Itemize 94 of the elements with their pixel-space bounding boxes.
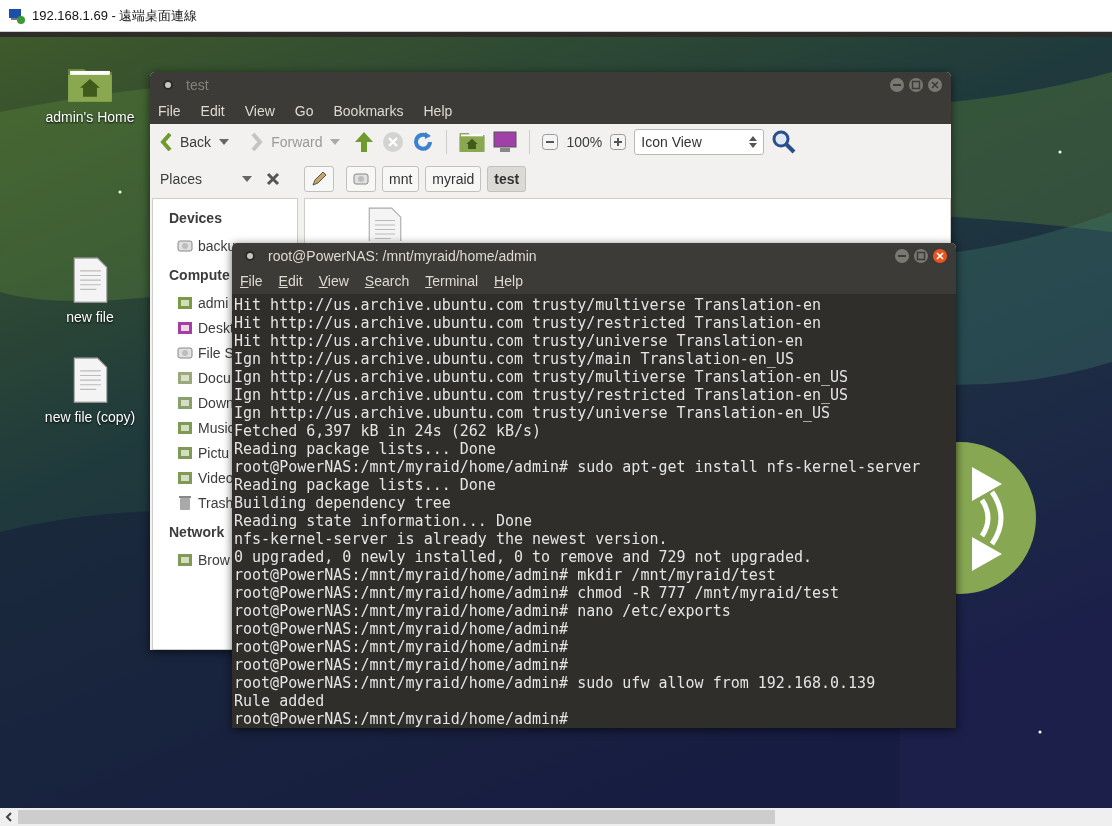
terminal-line: Hit http://us.archive.ubuntu.com trusty/universe Translation-en bbox=[234, 332, 803, 350]
sidebar-item[interactable]: Pictu bbox=[198, 444, 230, 461]
terminal-line: root@PowerNAS:/mnt/myraid/home/admin# bbox=[234, 710, 569, 728]
terminal-line: Reading package lists... Done bbox=[234, 440, 496, 458]
terminal-line: root@PowerNAS:/mnt/myraid/home/admin# mkdir /mnt/myraid/test bbox=[234, 566, 776, 584]
terminal-line: Reading state information... Done bbox=[234, 512, 532, 530]
path-button[interactable]: mnt bbox=[382, 166, 420, 192]
window-menu-icon[interactable] bbox=[162, 79, 174, 91]
menu-item[interactable]: Bookmarks bbox=[331, 103, 406, 119]
menu-item[interactable]: Search bbox=[362, 273, 412, 289]
window-title: test bbox=[186, 77, 210, 93]
window-controls-icon[interactable] bbox=[894, 247, 948, 264]
window-title: 192.168.1.69 - 遠端桌面連線 bbox=[32, 6, 198, 25]
desktop-icon bbox=[177, 319, 193, 336]
menu-item[interactable]: Edit bbox=[276, 273, 305, 289]
terminal-line: Hit http://us.archive.ubuntu.com trusty/restricted Translation-en bbox=[234, 314, 821, 332]
terminal-line: Ign http://us.archive.ubuntu.com trusty/multiverse Translation-en_US bbox=[234, 368, 849, 386]
sidebar-heading: Compute bbox=[169, 267, 230, 283]
terminal-line: 0 upgraded, 0 newly installed, 0 to remove and 729 not upgraded. bbox=[234, 548, 812, 566]
menu-item[interactable]: Edit bbox=[198, 103, 227, 119]
menu-item[interactable]: Go bbox=[292, 103, 316, 119]
menu-item[interactable]: Help bbox=[421, 103, 455, 119]
zoom-level: 100% bbox=[566, 134, 603, 150]
terminal-line: root@PowerNAS:/mnt/myraid/home/admin# bbox=[234, 656, 569, 674]
sidebar-item[interactable]: Video bbox=[198, 469, 234, 486]
window-title: root@PowerNAS: /mnt/myraid/home/admin bbox=[268, 247, 538, 264]
terminal-line: Ign http://us.archive.ubuntu.com trusty/restricted Translation-en_US bbox=[234, 386, 849, 404]
reload-icon[interactable] bbox=[412, 131, 435, 153]
sidebar-heading: Devices bbox=[169, 210, 222, 226]
menu-item[interactable]: Terminal bbox=[423, 273, 481, 289]
terminal-line: Building dependency tree bbox=[234, 494, 451, 512]
terminal-line: Ign http://us.archive.ubuntu.com trusty/main Translation-en_US bbox=[234, 350, 794, 368]
places-dropdown[interactable]: Places bbox=[160, 171, 236, 187]
drive-icon bbox=[177, 237, 193, 254]
scrollbar-track[interactable] bbox=[0, 808, 1112, 826]
terminal-line: root@PowerNAS:/mnt/myraid/home/admin# bbox=[234, 638, 569, 656]
drive-icon bbox=[177, 344, 193, 361]
terminal-line: nfs-kernel-server is already the newest version. bbox=[234, 530, 668, 548]
desktop-icon-label[interactable]: new file (copy) bbox=[44, 409, 136, 426]
menu-item[interactable]: Help bbox=[492, 273, 525, 289]
sidebar-item[interactable]: Deskt bbox=[198, 319, 234, 336]
desktop-icon-label[interactable]: new file bbox=[66, 309, 114, 326]
terminal-line: Rule added bbox=[234, 692, 325, 710]
sidebar-item[interactable]: Music bbox=[198, 419, 235, 436]
caret-icon[interactable] bbox=[219, 139, 230, 145]
menu-item[interactable]: View bbox=[242, 103, 277, 119]
videos-folder-icon bbox=[177, 469, 193, 486]
path-button[interactable]: myraid bbox=[425, 166, 482, 192]
file-icon[interactable] bbox=[71, 257, 109, 304]
terminal-line: root@PowerNAS:/mnt/myraid/home/admin# sudo apt-get install nfs-kernel-server bbox=[234, 458, 921, 476]
network-folder-icon bbox=[177, 551, 193, 568]
terminal-line: Hit http://us.archive.ubuntu.com trusty/multiverse Translation-en bbox=[234, 296, 821, 314]
search-icon[interactable] bbox=[772, 130, 797, 154]
terminal-line: Fetched 6,397 kB in 24s (262 kB/s) bbox=[234, 422, 542, 440]
desktop-icon-label[interactable]: admin's Home bbox=[45, 108, 135, 125]
menu-item[interactable]: File bbox=[238, 273, 265, 289]
path-button[interactable]: test bbox=[487, 166, 527, 192]
sidebar-item[interactable]: Docu bbox=[198, 369, 231, 386]
sidebar-item[interactable]: admi bbox=[198, 294, 229, 311]
music-folder-icon bbox=[177, 419, 193, 436]
trash-icon bbox=[177, 494, 193, 511]
edit-location-button[interactable] bbox=[304, 166, 334, 192]
home-folder-icon bbox=[177, 294, 193, 311]
back-button[interactable]: Back bbox=[180, 134, 212, 150]
documents-folder-icon bbox=[177, 369, 193, 386]
downloads-folder-icon bbox=[177, 394, 193, 411]
terminal-line: Reading package lists... Done bbox=[234, 476, 496, 494]
menu-item[interactable]: View bbox=[316, 273, 351, 289]
pencil-icon bbox=[311, 171, 327, 187]
terminal-line: root@PowerNAS:/mnt/myraid/home/admin# bbox=[234, 620, 569, 638]
remote-desktop-icon bbox=[8, 6, 26, 25]
sidebar-item[interactable]: Trash bbox=[198, 494, 234, 511]
zoom-in-icon[interactable] bbox=[610, 134, 627, 150]
pictures-folder-icon bbox=[177, 444, 193, 461]
back-chevron-icon[interactable] bbox=[160, 133, 172, 151]
window-menu-icon[interactable] bbox=[244, 249, 256, 262]
sidebar-heading: Network bbox=[169, 524, 225, 540]
computer-icon[interactable] bbox=[493, 131, 518, 153]
caret-icon[interactable] bbox=[242, 176, 252, 182]
terminal-line: root@PowerNAS:/mnt/myraid/home/admin# sudo ufw allow from 192.168.0.139 bbox=[234, 674, 876, 692]
close-icon[interactable] bbox=[266, 172, 280, 186]
terminal-line: root@PowerNAS:/mnt/myraid/home/admin# nano /etc/exports bbox=[234, 602, 731, 620]
terminal-line: Ign http://us.archive.ubuntu.com trusty/universe Translation-en_US bbox=[234, 404, 831, 422]
zoom-out-icon[interactable] bbox=[542, 134, 559, 150]
drive-icon bbox=[353, 171, 369, 187]
menu-item[interactable]: File bbox=[156, 103, 183, 119]
view-mode-select[interactable]: Icon View bbox=[634, 129, 765, 155]
terminal-line: root@PowerNAS:/mnt/myraid/home/admin# chmod -R 777 /mnt/myraid/test bbox=[234, 584, 840, 602]
sidebar-item[interactable]: Brow bbox=[198, 551, 230, 568]
file-icon[interactable] bbox=[71, 357, 109, 404]
spinner-arrows-icon[interactable] bbox=[749, 136, 758, 148]
up-arrow-icon[interactable] bbox=[354, 131, 375, 153]
home-folder-icon[interactable] bbox=[459, 131, 486, 153]
scrollbar-thumb[interactable] bbox=[18, 810, 775, 824]
